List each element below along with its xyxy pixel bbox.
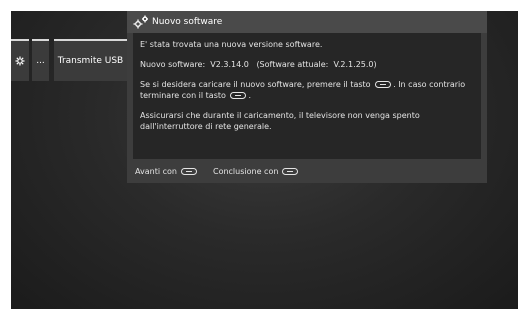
gears-icon [133, 15, 149, 29]
ellipsis-icon: ... [36, 56, 45, 66]
instructions: Se si desidera caricare il nuovo softwar… [140, 79, 473, 101]
dialog-body: E' stata trovata una nuova versione soft… [133, 33, 481, 159]
close-label: Conclusione con [212, 166, 279, 176]
menu-tile-more[interactable]: ... [32, 39, 49, 81]
back-key-icon [282, 167, 299, 175]
gear-icon [15, 56, 25, 66]
menu-tile-settings[interactable] [11, 39, 29, 81]
instructions-part3: . [248, 91, 251, 100]
dialog-header: Nuovo software [127, 11, 487, 33]
version-info: Nuovo software: V2.3.14.0 (Software attu… [140, 60, 377, 69]
dialog-title: Nuovo software [152, 17, 223, 27]
found-message: E' stata trovata una nuova versione soft… [140, 40, 323, 49]
tv-screen: ... Transmite USB Nuovo software E' stat… [11, 11, 518, 309]
forward-key-icon [180, 167, 197, 175]
close-action[interactable]: Conclusione con [213, 167, 300, 176]
software-update-dialog: Nuovo software E' stata trovata una nuov… [127, 11, 487, 183]
instructions-part1: Se si desidera caricare il nuovo softwar… [140, 80, 371, 89]
next-label: Avanti con [135, 166, 177, 176]
dialog-footer: Avanti con Conclusione con [135, 164, 314, 178]
menu-tile-usb-label: Transmite USB [57, 56, 124, 66]
next-action[interactable]: Avanti con [135, 167, 199, 176]
warning-message: Assicurarsi che durante il caricamento, … [140, 111, 420, 131]
menu-tile-usb[interactable]: Transmite USB [54, 39, 127, 81]
back-key-icon [230, 92, 247, 99]
forward-key-icon [375, 81, 392, 88]
